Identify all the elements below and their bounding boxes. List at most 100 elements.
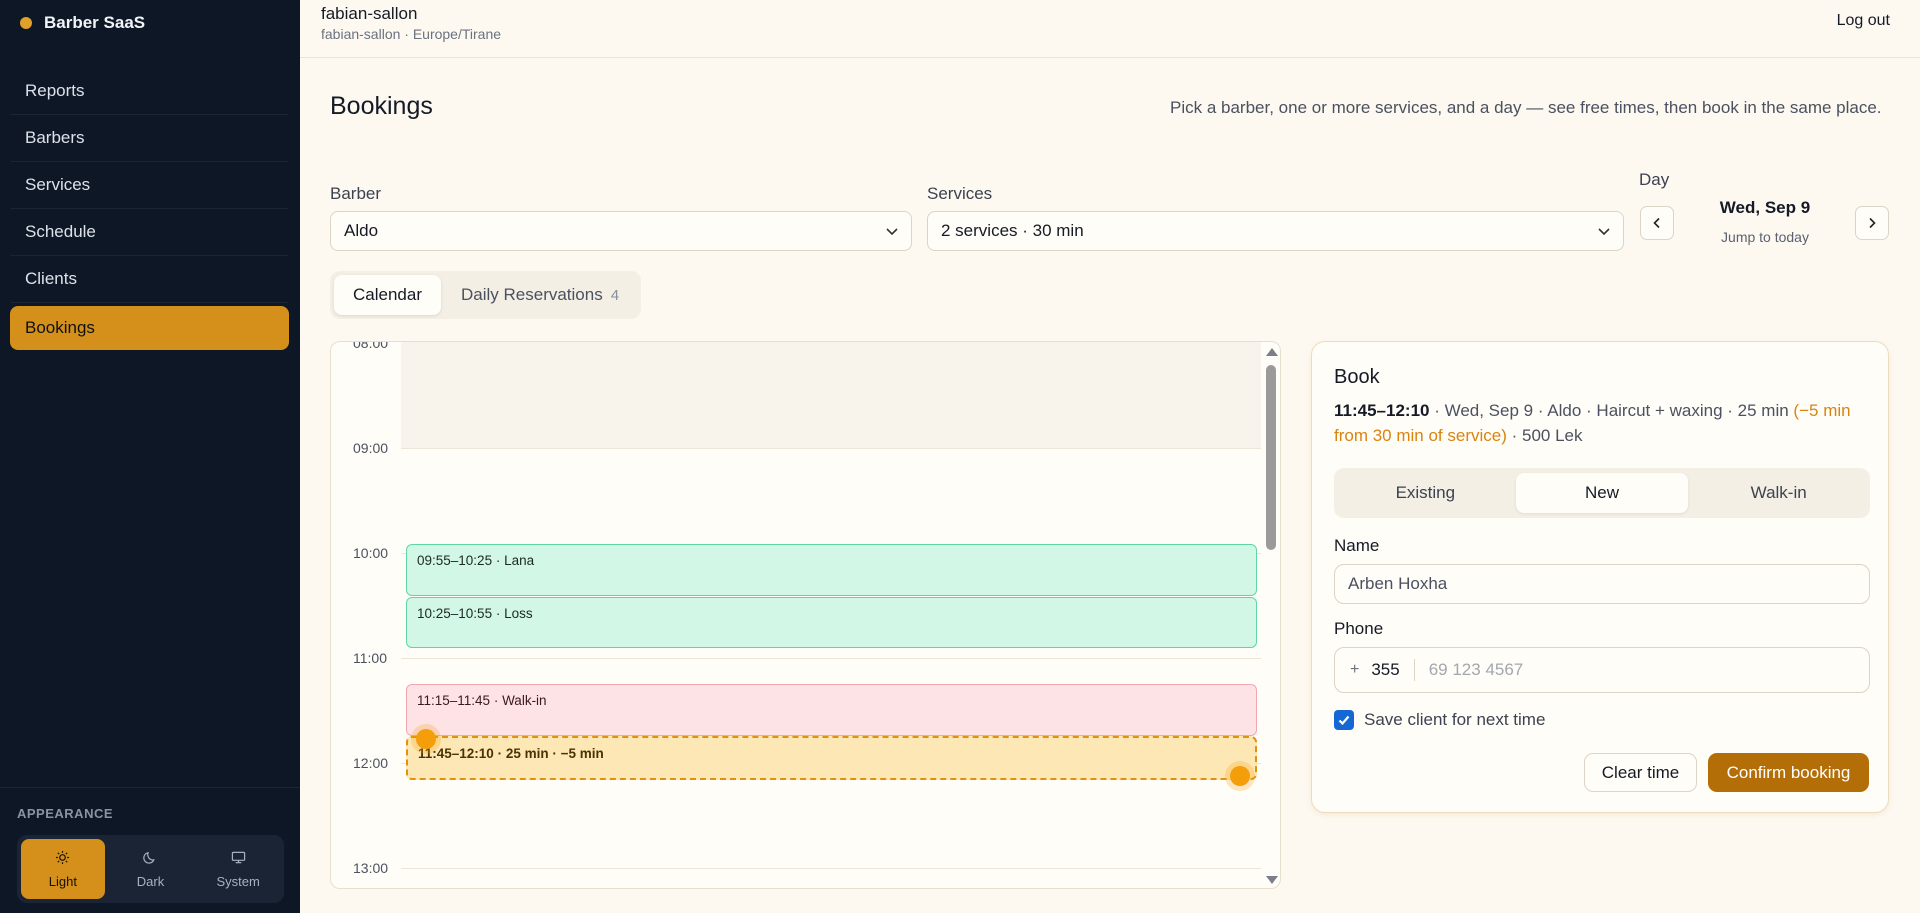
name-label: Name — [1334, 536, 1380, 555]
book-title: Book — [1334, 366, 1380, 388]
sidebar-nav: Reports Barbers Services Schedule Client… — [10, 68, 289, 350]
summary-details: · Wed, Sep 9 · Aldo · Haircut + waxing ·… — [1429, 401, 1794, 420]
scrollbar-thumb[interactable] — [1266, 365, 1276, 550]
sidebar-item-clients[interactable]: Clients — [10, 256, 289, 303]
theme-dark-label: Dark — [136, 873, 165, 889]
client-mode-switch: Existing New Walk-in — [1334, 468, 1870, 518]
jump-to-today-link[interactable]: Jump to today — [1700, 229, 1830, 245]
sidebar-item-label: Schedule — [25, 222, 96, 241]
calendar-scrollbar[interactable] — [1261, 342, 1280, 888]
services-select-value: 2 services · 30 min — [941, 221, 1084, 240]
tab-daily-reservations[interactable]: Daily Reservations 4 — [445, 275, 635, 315]
sidebar-item-barbers[interactable]: Barbers — [10, 115, 289, 162]
name-input[interactable] — [1334, 564, 1870, 604]
checkmark-icon — [1338, 715, 1350, 726]
hour-label: 08:00 — [353, 341, 389, 351]
save-client-row: Save client for next time — [1334, 710, 1545, 730]
hour-label: 12:00 — [353, 755, 389, 771]
theme-system-button[interactable]: System — [196, 839, 280, 899]
calendar-event[interactable]: 10:25–10:55 · Loss — [406, 597, 1257, 648]
event-label: 11:15–11:45 · Walk-in — [417, 693, 547, 708]
appearance-label: APPEARANCE — [17, 806, 114, 821]
phone-label: Phone — [1334, 619, 1384, 638]
sidebar-item-label: Reports — [25, 81, 85, 100]
hour-line — [401, 868, 1261, 869]
sidebar: Barber SaaS Reports Barbers Services Sch… — [0, 0, 300, 913]
hour-line — [401, 448, 1261, 449]
sidebar-item-label: Clients — [25, 269, 77, 288]
scroll-up-arrow-icon[interactable] — [1266, 348, 1278, 356]
theme-system-label: System — [216, 873, 260, 889]
sidebar-item-reports[interactable]: Reports — [10, 68, 289, 115]
hour-label: 10:00 — [353, 545, 389, 561]
page-title: Bookings — [330, 92, 433, 120]
reservations-count-badge: 4 — [610, 286, 620, 304]
calendar-event[interactable]: 09:55–10:25 · Lana — [406, 544, 1257, 596]
event-label: 11:45–12:10 · 25 min · −5 min — [418, 746, 604, 761]
clear-time-button[interactable]: Clear time — [1584, 753, 1697, 792]
tab-calendar[interactable]: Calendar — [334, 275, 441, 315]
monitor-icon — [231, 850, 246, 868]
moon-icon — [143, 850, 158, 868]
barber-label: Barber — [330, 184, 382, 203]
brand[interactable]: Barber SaaS — [20, 12, 145, 34]
phone-country-code[interactable]: 355 — [1371, 659, 1415, 681]
confirm-booking-button[interactable]: Confirm booking — [1708, 753, 1869, 792]
calendar-view[interactable]: 08:00 09:00 10:00 11:00 12:00 13:00 09:5… — [330, 341, 1281, 889]
view-tabs: Calendar Daily Reservations 4 — [330, 271, 641, 319]
sidebar-item-services[interactable]: Services — [10, 162, 289, 209]
theme-dark-button[interactable]: Dark — [109, 839, 193, 899]
tab-label: Calendar — [353, 285, 422, 304]
page-description: Pick a barber, one or more services, and… — [1170, 98, 1882, 117]
tab-label: Daily Reservations — [461, 285, 603, 304]
sidebar-item-schedule[interactable]: Schedule — [10, 209, 289, 256]
day-value: Wed, Sep 9 — [1719, 198, 1811, 217]
org-subtitle: fabian-sallon · Europe/Tirane — [321, 26, 502, 42]
org-name: fabian-sallon — [321, 4, 418, 23]
slot-start-drag-handle[interactable] — [416, 729, 436, 749]
chevron-left-icon — [1653, 217, 1660, 229]
brand-dot-icon — [20, 17, 32, 29]
top-bar: fabian-sallon fabian-sallon · Europe/Tir… — [300, 0, 1920, 58]
next-day-button[interactable] — [1855, 206, 1889, 240]
sidebar-item-label: Barbers — [25, 128, 85, 147]
summary-time: 11:45–12:10 — [1334, 401, 1430, 420]
logout-button[interactable]: Log out — [1837, 12, 1890, 30]
phone-plus-sign: + — [1350, 661, 1360, 678]
theme-light-button[interactable]: Light — [21, 839, 105, 899]
theme-light-label: Light — [48, 873, 77, 889]
hour-label: 11:00 — [353, 650, 387, 666]
phone-number-input[interactable]: 69 123 4567 — [1429, 660, 1524, 680]
chevron-down-icon — [886, 228, 898, 236]
hour-line — [401, 658, 1261, 659]
appearance-section: APPEARANCE Light Dark System — [0, 787, 300, 903]
mode-walk-in-button[interactable]: Walk-in — [1692, 473, 1865, 513]
sidebar-item-label: Bookings — [25, 318, 95, 337]
booking-summary: 11:45–12:10 · Wed, Sep 9 · Aldo · Haircu… — [1334, 398, 1874, 448]
scroll-down-arrow-icon[interactable] — [1266, 876, 1278, 884]
save-client-checkbox[interactable] — [1334, 710, 1354, 730]
selected-time-slot[interactable]: 11:45–12:10 · 25 min · −5 min — [406, 736, 1257, 780]
calendar-event[interactable]: 11:15–11:45 · Walk-in — [406, 684, 1257, 736]
sun-icon — [55, 850, 70, 868]
sidebar-item-bookings[interactable]: Bookings — [10, 306, 289, 350]
previous-day-button[interactable] — [1640, 206, 1674, 240]
brand-name: Barber SaaS — [44, 13, 146, 32]
barber-select-value: Aldo — [344, 221, 379, 240]
event-label: 09:55–10:25 · Lana — [417, 553, 535, 568]
phone-field[interactable]: + 355 69 123 4567 — [1334, 647, 1870, 693]
mode-existing-button[interactable]: Existing — [1339, 473, 1512, 513]
services-select[interactable]: 2 services · 30 min — [927, 211, 1624, 251]
hour-label: 09:00 — [353, 440, 389, 456]
day-label: Day — [1639, 170, 1670, 189]
mode-new-button[interactable]: New — [1515, 473, 1689, 513]
summary-price: · 500 Lek — [1506, 426, 1583, 445]
barber-select[interactable]: Aldo — [330, 211, 912, 251]
unavailable-block — [401, 342, 1261, 448]
slot-end-drag-handle[interactable] — [1230, 766, 1250, 786]
book-panel: Book 11:45–12:10 · Wed, Sep 9 · Aldo · H… — [1311, 341, 1889, 813]
services-label: Services — [927, 184, 993, 203]
event-label: 10:25–10:55 · Loss — [417, 606, 533, 621]
save-client-label: Save client for next time — [1364, 710, 1546, 729]
chevron-down-icon — [1598, 228, 1610, 236]
